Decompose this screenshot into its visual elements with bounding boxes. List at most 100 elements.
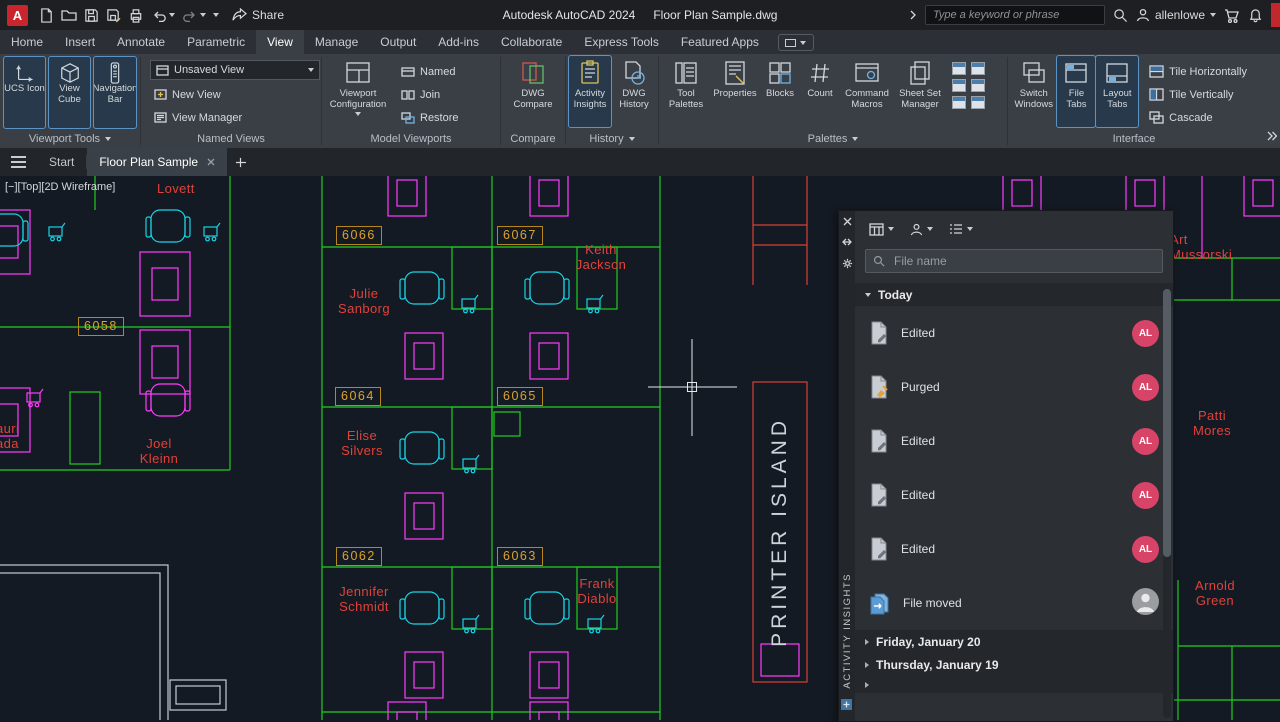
command-macros-button[interactable]: Command Macros [840,56,894,127]
palette-scrollbar[interactable] [1163,287,1171,718]
tab-collaborate[interactable]: Collaborate [490,30,573,54]
qat-customize-caret[interactable] [210,4,222,26]
activity-item[interactable]: Edited AL [855,414,1173,468]
panel-name-history[interactable]: History [566,131,658,147]
section-header-friday[interactable]: Friday, January 20 [855,630,1173,653]
scrollbar-thumb[interactable] [1163,289,1171,557]
tab-express-tools[interactable]: Express Tools [573,30,669,54]
cart-icon[interactable] [1224,8,1240,23]
redo-button[interactable] [179,4,209,26]
navigation-bar-button[interactable]: Navigation Bar [94,57,136,128]
tab-parametric[interactable]: Parametric [176,30,256,54]
tab-floor-plan-sample[interactable]: Floor Plan Sample [87,148,227,176]
anonymous-avatar[interactable] [1132,588,1159,618]
bell-icon[interactable] [1248,8,1263,23]
activity-item[interactable]: File moved [855,576,1173,630]
activity-item[interactable]: Edited AL [855,522,1173,576]
save-as-button[interactable] [103,4,124,26]
palette-mini-toggle[interactable] [971,79,985,92]
view-mode-dropdown[interactable] [869,223,894,236]
dwg-history-button[interactable]: DWG History [613,56,655,127]
sheet-set-manager-button[interactable]: Sheet Set Manager [895,56,945,127]
dwg-compare-button[interactable]: DWG Compare [505,56,561,127]
tile-horizontally-button[interactable]: Tile Horizontally [1145,60,1251,83]
plot-button[interactable] [125,4,147,26]
palette-mini-toggle[interactable] [952,62,966,75]
viewport-controls[interactable]: [−][Top][2D Wireframe] [5,181,115,193]
panel-name-viewport-tools[interactable]: Viewport Tools [0,131,140,147]
ribbon-overflow-chevron[interactable] [1267,128,1277,146]
save-button[interactable] [81,4,102,26]
palette-settings-icon[interactable] [840,698,853,716]
viewport-configuration-button[interactable]: Viewport Configuration [325,56,391,127]
undo-button[interactable] [148,4,178,26]
event-filter-dropdown[interactable] [949,223,973,235]
collapse-chevron-icon[interactable] [909,10,917,20]
view-cube-button[interactable]: View Cube [49,57,90,128]
gear-icon[interactable] [842,258,853,269]
properties-button[interactable]: Properties [711,56,759,127]
restore-viewport-button[interactable]: Restore [397,106,463,129]
panel-name-palettes[interactable]: Palettes [659,131,1007,147]
user-badge[interactable]: AL [1132,320,1159,347]
user-filter-dropdown[interactable] [910,223,933,236]
tab-home[interactable]: Home [0,30,54,54]
section-header-partial[interactable] [855,676,1173,693]
share-button[interactable]: Share [232,8,284,22]
tab-featured-apps[interactable]: Featured Apps [670,30,770,54]
occupant-name-label: Frank Diablo [566,576,628,606]
open-button[interactable] [58,4,80,26]
auto-hide-icon[interactable] [842,237,852,247]
ucs-icon-button[interactable]: UCS Icon [4,57,45,128]
view-manager-button[interactable]: View Manager [150,106,320,129]
switch-windows-button[interactable]: Switch Windows [1011,56,1056,127]
palette-mini-toggle[interactable] [971,96,985,109]
search-icon[interactable] [1113,8,1128,23]
close-icon[interactable] [843,217,852,226]
blocks-button[interactable]: Blocks [760,56,800,127]
activity-item[interactable]: Purged AL [855,360,1173,414]
tab-annotate[interactable]: Annotate [106,30,176,54]
user-badge[interactable]: AL [1132,428,1159,455]
named-viewport-button[interactable]: Named [397,60,463,83]
user-badge[interactable]: AL [1132,374,1159,401]
new-file-button[interactable] [36,4,57,26]
activity-insights-button[interactable]: Activity Insights [569,56,611,127]
count-button[interactable]: Count [801,56,839,127]
user-badge[interactable]: AL [1132,536,1159,563]
section-header-today[interactable]: Today [855,283,1173,306]
tile-vertically-button[interactable]: Tile Vertically [1145,83,1251,106]
activity-item[interactable]: Edited AL [855,306,1173,360]
close-tab-icon[interactable] [207,158,215,166]
signed-in-user[interactable]: allenlowe [1136,8,1216,22]
room-number-label: 6063 [497,547,543,566]
tool-palettes-button[interactable]: Tool Palettes [662,56,710,127]
menu-hamburger-icon[interactable] [11,156,26,168]
activity-item[interactable]: Edited AL [855,468,1173,522]
palette-mini-toggle[interactable] [952,79,966,92]
help-search-input[interactable] [931,8,1099,22]
tab-view[interactable]: View [256,30,304,54]
user-badge[interactable]: AL [1132,482,1159,509]
tab-insert[interactable]: Insert [54,30,106,54]
tab-addins[interactable]: Add-ins [427,30,490,54]
named-view-dropdown[interactable]: Unsaved View [150,60,320,80]
file-tabs-button[interactable]: File Tabs [1057,56,1095,127]
join-viewport-button[interactable]: Join [397,83,463,106]
palette-mini-toggle[interactable] [971,62,985,75]
help-search-box[interactable] [925,5,1105,25]
file-name-search-input[interactable] [892,253,1155,269]
panel-name-interface: Interface [1008,131,1260,147]
cascade-button[interactable]: Cascade [1145,106,1251,129]
section-header-thursday[interactable]: Thursday, January 19 [855,653,1173,676]
ribbon-display-toggle[interactable] [778,34,814,51]
layout-tabs-button[interactable]: Layout Tabs [1096,56,1138,127]
new-view-button[interactable]: New View [150,83,320,106]
autocad-logo[interactable]: A [7,5,28,26]
file-name-search-box[interactable] [865,249,1163,273]
palette-mini-toggle[interactable] [952,96,966,109]
new-tab-button[interactable] [227,148,253,176]
tab-start[interactable]: Start [37,148,86,176]
tab-manage[interactable]: Manage [304,30,369,54]
tab-output[interactable]: Output [369,30,427,54]
